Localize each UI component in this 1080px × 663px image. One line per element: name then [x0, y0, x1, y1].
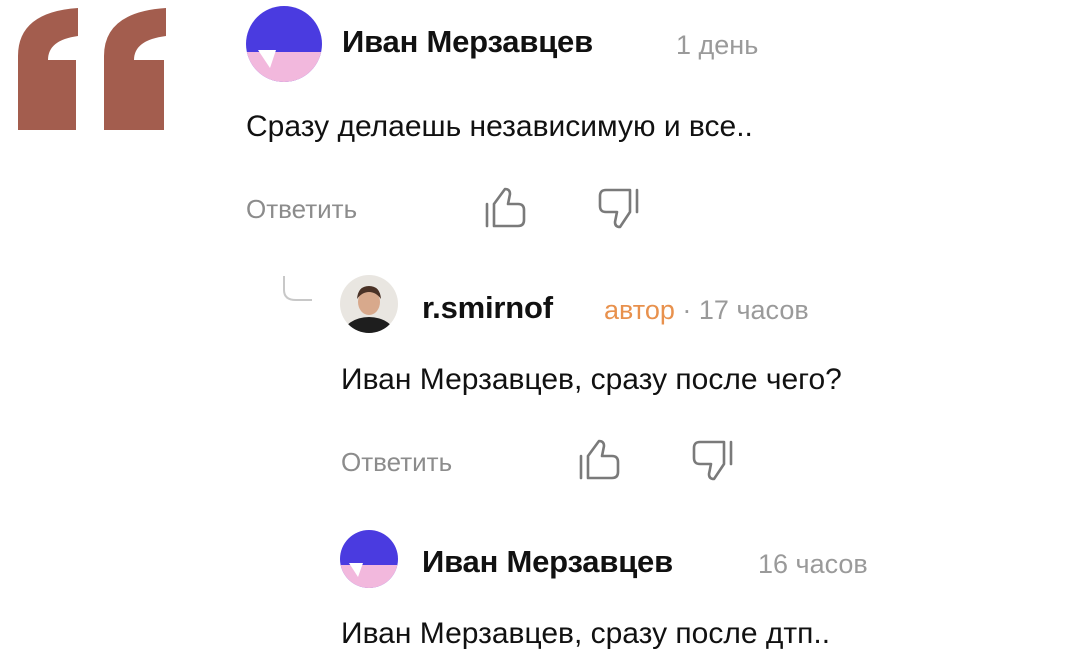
quote-mark-icon — [18, 8, 166, 130]
thumbs-up-icon[interactable] — [578, 438, 622, 482]
avatar-logo-icon — [340, 530, 398, 588]
thumbs-down-icon[interactable] — [690, 438, 734, 482]
comment-meta: автор · 17 часов — [604, 295, 809, 326]
comment-text: Иван Мерзавцев, сразу после дтп.. — [341, 617, 831, 650]
comment-text: Сразу делаешь независимую и все.. — [246, 110, 753, 143]
avatar-photo — [340, 275, 398, 333]
reply-button[interactable]: Ответить — [341, 447, 452, 478]
comment-author[interactable]: Иван Мерзавцев — [342, 24, 593, 60]
avatar[interactable] — [340, 275, 398, 333]
comment-time: 1 день — [676, 30, 759, 60]
comment-time: 17 часов — [698, 295, 809, 325]
avatar[interactable] — [340, 530, 398, 588]
comment-time: 16 часов — [758, 549, 868, 579]
avatar[interactable] — [246, 6, 322, 82]
author-badge: автор — [604, 295, 675, 325]
reply-button[interactable]: Ответить — [246, 194, 357, 225]
avatar-logo-icon — [246, 6, 322, 82]
thread-connector — [283, 276, 312, 301]
meta-separator: · — [682, 295, 692, 325]
comment-text: Иван Мерзавцев, сразу после чего? — [341, 363, 842, 396]
thumbs-up-icon[interactable] — [484, 186, 528, 230]
thumbs-down-icon[interactable] — [596, 186, 640, 230]
comment-author[interactable]: Иван Мерзавцев — [422, 544, 673, 580]
comment-author[interactable]: r.smirnof — [422, 290, 553, 326]
